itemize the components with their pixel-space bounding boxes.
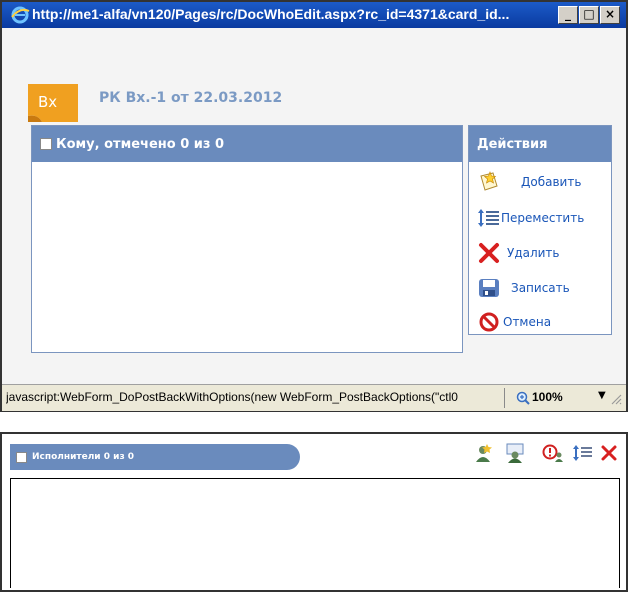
executors-tab-label: Исполнители 0 из 0 <box>32 452 135 462</box>
minimize-button[interactable]: _ <box>558 6 578 24</box>
resize-grip-icon[interactable] <box>608 391 622 405</box>
move-button[interactable]: Переместить <box>477 206 611 232</box>
executors-panel: Исполнители 0 из 0 <box>0 432 628 592</box>
executors-list <box>10 478 620 588</box>
alert-user-icon[interactable] <box>542 442 564 464</box>
move-list-icon[interactable] <box>572 442 594 464</box>
ie-icon <box>11 6 30 24</box>
zoom-icon[interactable] <box>516 391 530 405</box>
document-type-badge: Вх <box>28 84 78 122</box>
executors-tab[interactable]: Исполнители 0 из 0 <box>10 444 300 470</box>
status-bar: javascript:WebForm_DoPostBackWithOptions… <box>2 384 626 411</box>
add-user-icon[interactable] <box>472 442 494 464</box>
browser-popup-window: http://me1-alfa/vn120/Pages/rc/DocWhoEdi… <box>0 0 628 412</box>
maximize-button[interactable]: □ <box>579 6 599 24</box>
status-text: javascript:WebForm_DoPostBackWithOptions… <box>6 390 458 404</box>
save-icon <box>479 279 499 297</box>
add-icon <box>480 171 498 191</box>
move-label: Переместить <box>501 211 585 225</box>
delete-icon[interactable] <box>598 442 620 464</box>
title-bar[interactable]: http://me1-alfa/vn120/Pages/rc/DocWhoEdi… <box>2 2 626 28</box>
save-label: Записать <box>511 281 570 295</box>
status-divider <box>504 388 505 408</box>
actions-title: Действия <box>477 137 548 152</box>
zoom-level[interactable]: 100% <box>532 390 563 404</box>
cancel-button[interactable]: Отмена <box>477 310 611 336</box>
delete-icon <box>479 243 499 263</box>
delete-label: Удалить <box>507 246 560 260</box>
zoom-dropdown-icon[interactable]: ▼ <box>598 390 606 401</box>
cancel-icon <box>479 312 499 332</box>
recipients-header-label: Кому, отмечено 0 из 0 <box>56 137 225 152</box>
close-button[interactable]: × <box>600 6 620 24</box>
document-title: РК Вх.-1 от 22.03.2012 <box>99 90 283 106</box>
executors-select-all-checkbox[interactable] <box>16 452 27 463</box>
add-button[interactable]: Добавить <box>477 170 611 196</box>
move-icon <box>478 209 499 227</box>
add-label: Добавить <box>521 175 582 189</box>
actions-panel: Действия Добавить Переместить Удалить За… <box>468 125 612 335</box>
cancel-label: Отмена <box>503 315 552 329</box>
badge-text: Вх <box>38 93 57 111</box>
window-title: http://me1-alfa/vn120/Pages/rc/DocWhoEdi… <box>32 6 510 22</box>
actions-header: Действия <box>469 126 611 162</box>
recipients-header: Кому, отмечено 0 из 0 <box>32 126 462 162</box>
recipients-panel: Кому, отмечено 0 из 0 <box>31 125 463 353</box>
delete-button[interactable]: Удалить <box>477 241 611 267</box>
user-calendar-icon[interactable] <box>504 442 526 464</box>
save-button[interactable]: Записать <box>477 276 611 302</box>
recipients-select-all-checkbox[interactable] <box>40 138 52 150</box>
